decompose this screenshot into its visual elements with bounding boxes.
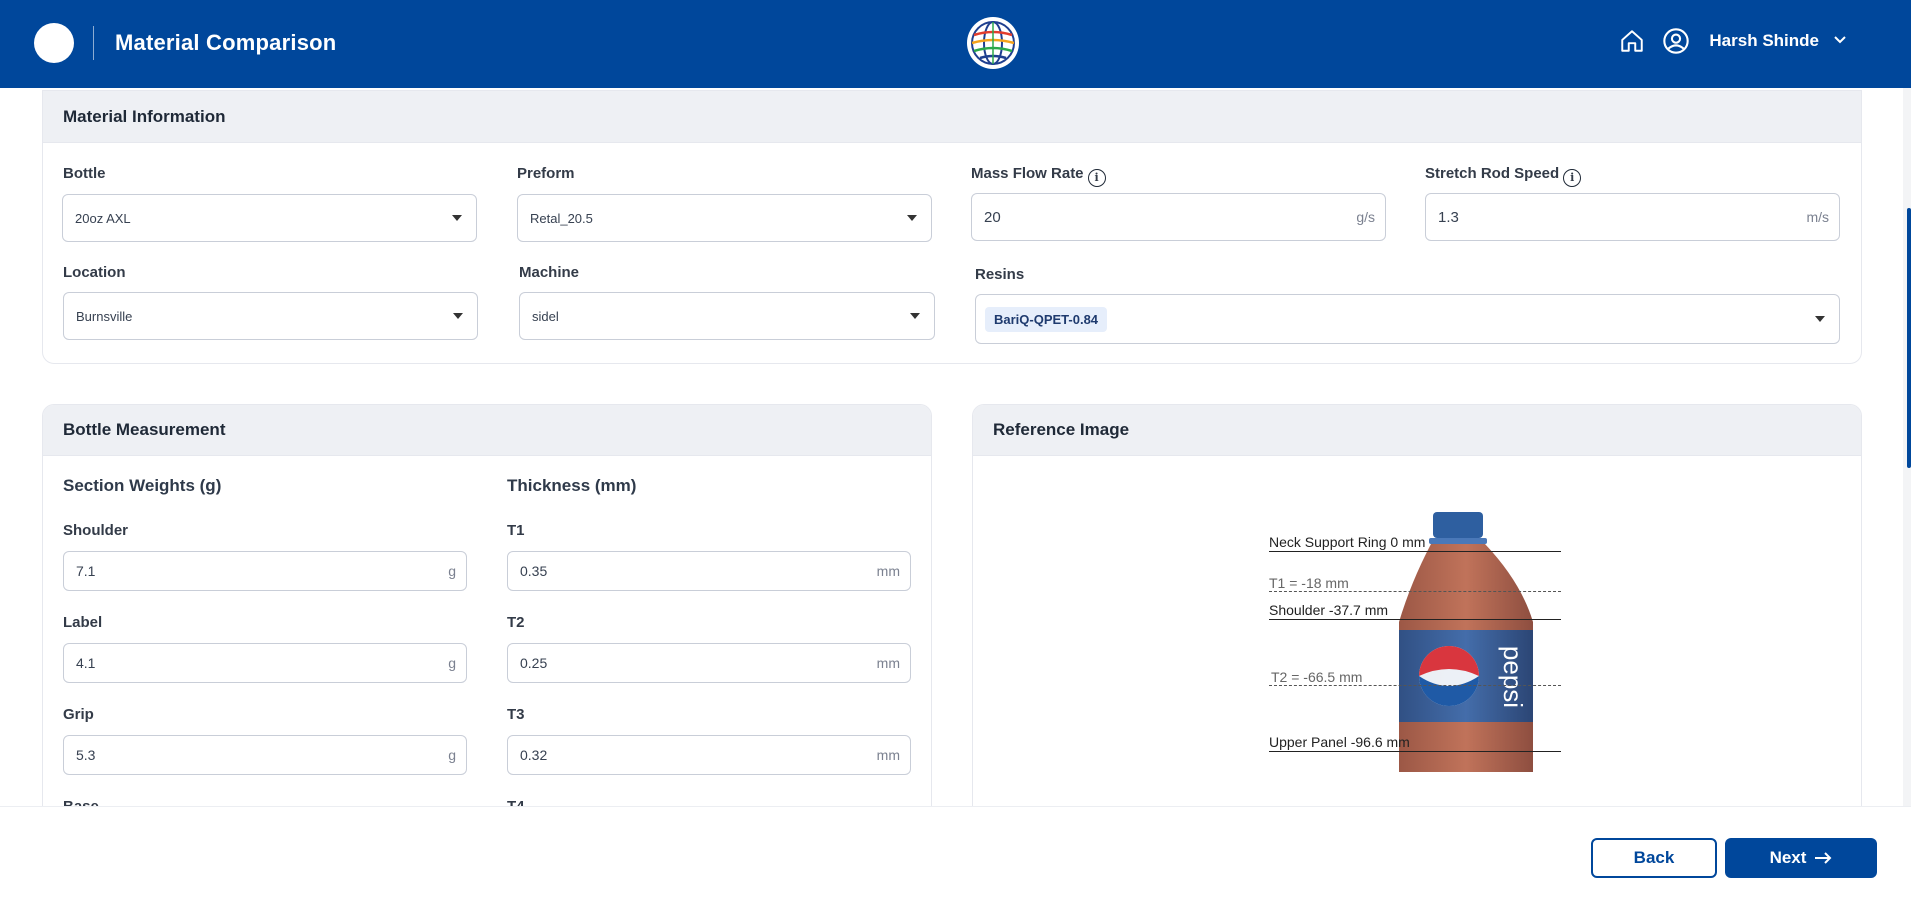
bottle-brand-text: pepsi bbox=[1498, 646, 1528, 708]
annotation-line bbox=[1269, 619, 1561, 620]
next-button-label: Next bbox=[1769, 848, 1807, 867]
thickness-label: T2 bbox=[507, 614, 525, 631]
page-scrollbar-track[interactable] bbox=[1903, 88, 1911, 808]
user-circle-icon[interactable] bbox=[1661, 26, 1691, 56]
mass-flow-rate-input[interactable]: 20 g/s bbox=[971, 193, 1386, 241]
stretch-rod-speed-label: Stretch Rod Speed i bbox=[1425, 165, 1582, 187]
annotation-dashed-line bbox=[1269, 591, 1561, 592]
globe-icon bbox=[971, 21, 1015, 65]
app-logo[interactable] bbox=[34, 23, 74, 63]
label-weight-input[interactable]: 4.1 g bbox=[63, 643, 467, 683]
mass-flow-rate-label: Mass Flow Rate i bbox=[971, 165, 1106, 187]
page-title: Material Comparison bbox=[115, 30, 337, 55]
shoulder-weight-input[interactable]: 7.1 g bbox=[63, 551, 467, 591]
annotation-t1: T1 = -18 mm bbox=[1269, 575, 1349, 591]
annotation-t2: T2 = -66.5 mm bbox=[1271, 669, 1363, 685]
material-information-heading: Material Information bbox=[43, 91, 1861, 143]
header-divider bbox=[93, 26, 94, 60]
back-button[interactable]: Back bbox=[1591, 838, 1717, 878]
home-icon[interactable] bbox=[1617, 26, 1647, 56]
next-button[interactable]: Next bbox=[1725, 838, 1877, 878]
annotation-line bbox=[1269, 551, 1561, 552]
brand-globe-logo bbox=[967, 17, 1019, 69]
grip-weight-value: 5.3 bbox=[76, 747, 96, 763]
annotation-upper-panel: Upper Panel -96.6 mm bbox=[1269, 734, 1410, 750]
page-scrollbar-thumb[interactable] bbox=[1907, 208, 1911, 468]
location-select-value: Burnsville bbox=[76, 308, 133, 324]
annotation-dashed-line bbox=[1269, 685, 1561, 686]
thickness-label: T3 bbox=[507, 706, 525, 723]
thickness-unit: mm bbox=[876, 747, 900, 763]
thickness-label: T1 bbox=[507, 522, 525, 539]
weight-unit: g bbox=[448, 563, 456, 579]
user-name[interactable]: Harsh Shinde bbox=[1709, 31, 1819, 51]
bottle-select[interactable]: 20oz AXL bbox=[62, 194, 477, 242]
dropdown-caret-icon bbox=[1815, 316, 1825, 322]
machine-label: Machine bbox=[519, 264, 580, 281]
stretch-rod-speed-value: 1.3 bbox=[1438, 208, 1459, 226]
t2-thickness-input[interactable]: 0.25 mm bbox=[507, 643, 911, 683]
annotation-shoulder: Shoulder -37.7 mm bbox=[1269, 602, 1389, 618]
info-icon[interactable]: i bbox=[1087, 168, 1106, 187]
grip-weight-input[interactable]: 5.3 g bbox=[63, 735, 467, 775]
resins-multiselect[interactable]: BariQ-QPET-0.84 bbox=[975, 294, 1840, 344]
preform-select[interactable]: Retal_20.5 bbox=[517, 194, 932, 242]
dropdown-caret-icon bbox=[907, 215, 917, 221]
reference-image: pepsi Neck Support Ring 0 mm T1 = -18 mm… bbox=[973, 458, 1861, 823]
stretch-rod-speed-input[interactable]: 1.3 m/s bbox=[1425, 193, 1840, 241]
machine-select-value: sidel bbox=[532, 308, 559, 324]
shoulder-weight-value: 7.1 bbox=[76, 563, 96, 579]
thickness-title: Thickness (mm) bbox=[507, 476, 637, 495]
section-weights-title: Section Weights (g) bbox=[63, 476, 222, 495]
t1-thickness-input[interactable]: 0.35 mm bbox=[507, 551, 911, 591]
label-weight-value: 4.1 bbox=[76, 655, 96, 671]
reference-image-heading: Reference Image bbox=[973, 405, 1861, 456]
t2-thickness-value: 0.25 bbox=[520, 655, 548, 671]
weight-label: Shoulder bbox=[63, 522, 129, 539]
dropdown-caret-icon bbox=[910, 313, 920, 319]
top-bar: Material Comparison Harsh Shinde bbox=[0, 0, 1911, 88]
resin-chip[interactable]: BariQ-QPET-0.84 bbox=[985, 306, 1108, 332]
footer-bar: Back Next bbox=[0, 806, 1911, 906]
mass-flow-rate-unit: g/s bbox=[1356, 209, 1375, 225]
preform-select-value: Retal_20.5 bbox=[530, 210, 593, 226]
chevron-down-icon[interactable] bbox=[1833, 32, 1847, 51]
thickness-unit: mm bbox=[876, 563, 900, 579]
bottle-picture: pepsi bbox=[1399, 512, 1533, 772]
t1-thickness-value: 0.35 bbox=[520, 563, 548, 579]
resins-label: Resins bbox=[975, 266, 1025, 283]
weight-unit: g bbox=[448, 655, 456, 671]
dropdown-caret-icon bbox=[452, 215, 462, 221]
annotation-line bbox=[1269, 751, 1561, 752]
dropdown-caret-icon bbox=[453, 313, 463, 319]
bottle-label: Bottle bbox=[63, 165, 106, 182]
reference-image-card: Reference Image pepsi Neck Support Ring … bbox=[972, 404, 1862, 824]
preform-label: Preform bbox=[517, 165, 575, 182]
weight-label: Label bbox=[63, 614, 103, 631]
weight-label: Grip bbox=[63, 706, 94, 723]
t3-thickness-value: 0.32 bbox=[520, 747, 548, 763]
arrow-right-icon bbox=[1815, 852, 1832, 864]
location-label: Location bbox=[63, 264, 126, 281]
bottle-measurement-heading: Bottle Measurement bbox=[43, 405, 931, 456]
info-icon[interactable]: i bbox=[1563, 168, 1582, 187]
location-select[interactable]: Burnsville bbox=[63, 292, 478, 340]
annotation-neck-support-ring: Neck Support Ring 0 mm bbox=[1269, 534, 1426, 550]
weight-unit: g bbox=[448, 747, 456, 763]
machine-select[interactable]: sidel bbox=[519, 292, 935, 340]
thickness-unit: mm bbox=[876, 655, 900, 671]
bottle-select-value: 20oz AXL bbox=[75, 210, 131, 226]
t3-thickness-input[interactable]: 0.32 mm bbox=[507, 735, 911, 775]
stretch-rod-speed-unit: m/s bbox=[1806, 209, 1829, 225]
mass-flow-rate-value: 20 bbox=[984, 208, 1001, 226]
